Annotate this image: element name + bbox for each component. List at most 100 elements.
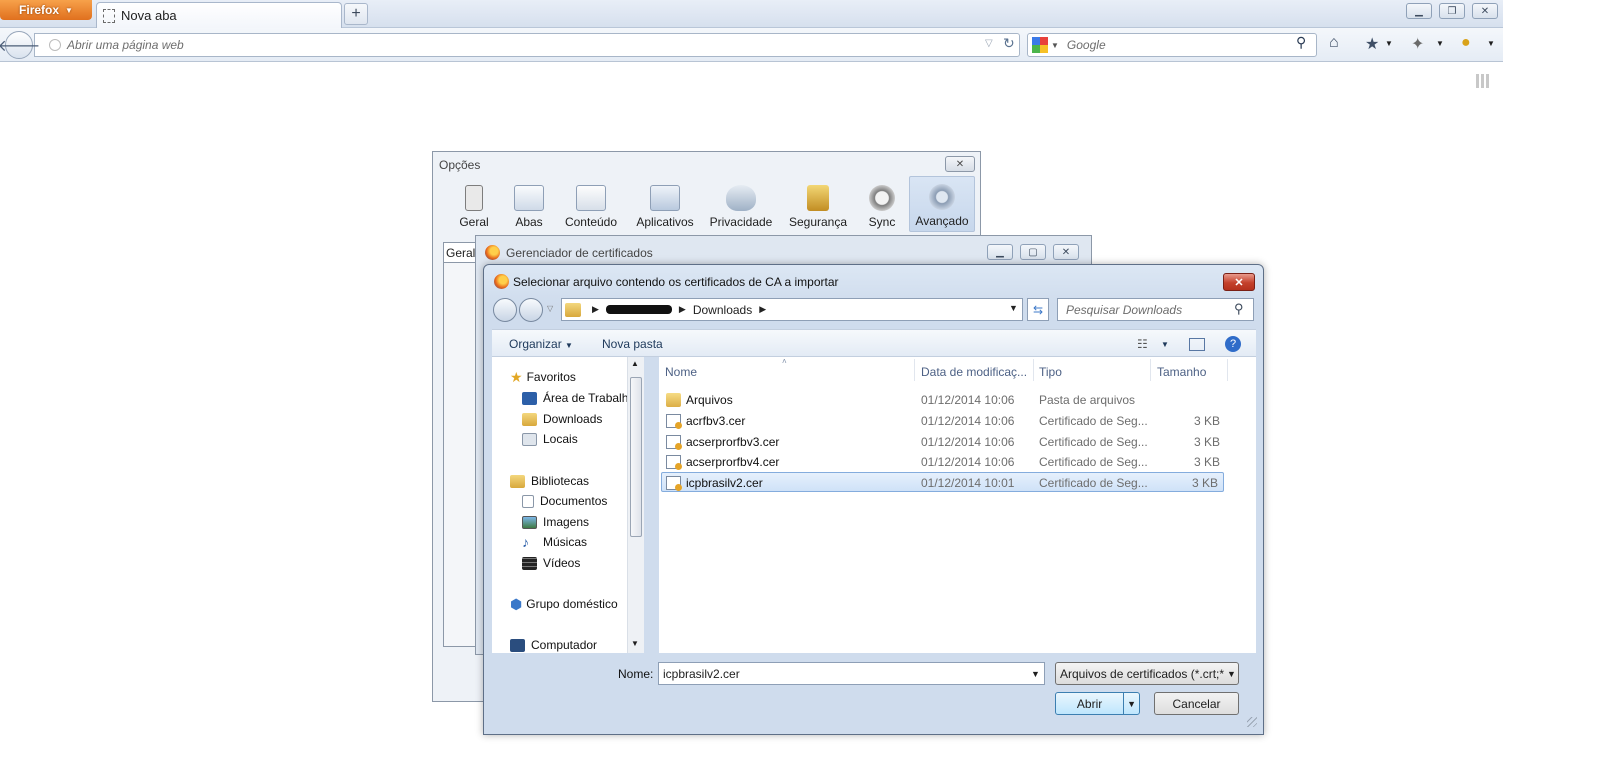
refresh-button[interactable]: ⇆: [1027, 298, 1049, 321]
column-divider[interactable]: [1150, 359, 1151, 381]
redacted-username[interactable]: [605, 305, 672, 314]
chevron-down-icon[interactable]: ▼: [1161, 340, 1169, 349]
file-name: Arquivos: [686, 393, 733, 407]
sort-ascending-icon: ˄: [782, 357, 787, 366]
reload-icon[interactable]: ↻: [1003, 35, 1015, 52]
chevron-down-icon[interactable]: ▼: [1031, 669, 1040, 679]
pane-geral[interactable]: Geral: [443, 176, 505, 232]
pane-label: Aplicativos: [636, 215, 694, 229]
chevron-down-icon[interactable]: ▼: [1227, 669, 1236, 679]
home-icon[interactable]: ⌂: [1329, 34, 1339, 52]
nav-item-computador[interactable]: Computador: [510, 635, 597, 655]
search-icon[interactable]: ⚲: [1234, 301, 1244, 317]
pane-avancado[interactable]: Avançado: [909, 176, 975, 232]
breadcrumb[interactable]: ▶ ▶ Downloads ▶: [561, 298, 1023, 321]
file-row-acserprorfbv3[interactable]: acserprorfbv3.cer 01/12/2014 10:06 Certi…: [662, 432, 1225, 452]
nav-item-locais[interactable]: Locais: [522, 429, 578, 449]
open-button[interactable]: Abrir ▼: [1055, 692, 1140, 715]
bookmarks-icon[interactable]: ★: [1365, 34, 1379, 54]
column-header-date[interactable]: Data de modificaç...: [921, 365, 1027, 379]
chevron-right-icon[interactable]: ▶: [679, 304, 686, 315]
close-button[interactable]: ✕: [1053, 244, 1079, 260]
back-button[interactable]: [493, 298, 517, 322]
new-folder-button[interactable]: Nova pasta: [602, 337, 663, 351]
nav-item-grupo-domestico[interactable]: ⬢ Grupo doméstico: [510, 594, 618, 614]
column-header-type[interactable]: Tipo: [1039, 365, 1062, 379]
nav-item-musicas[interactable]: ♪ Músicas: [522, 532, 587, 552]
pane-sync[interactable]: Sync: [855, 176, 909, 232]
apps-grid-icon[interactable]: [1476, 74, 1490, 88]
nav-item-imagens[interactable]: Imagens: [522, 512, 589, 532]
nav-item-area-de-trabalho[interactable]: Área de Trabalho: [522, 388, 635, 408]
nav-item-downloads[interactable]: Downloads: [522, 409, 602, 429]
file-type: Certificado de Seg...: [1039, 435, 1148, 449]
nav-item-documentos[interactable]: Documentos: [522, 491, 607, 511]
url-history-dropdown-icon[interactable]: ▽: [985, 38, 993, 49]
chevron-right-icon[interactable]: ▶: [759, 304, 766, 315]
pane-conteudo[interactable]: Conteúdo: [553, 176, 629, 232]
extension-icon[interactable]: ●: [1461, 34, 1471, 52]
column-divider[interactable]: [1227, 359, 1228, 381]
help-icon[interactable]: ?: [1225, 336, 1241, 352]
chevron-down-icon[interactable]: ▽: [547, 304, 553, 313]
options-close-button[interactable]: ✕: [945, 156, 975, 172]
chevron-down-icon[interactable]: ▼: [1436, 39, 1444, 48]
chevron-down-icon[interactable]: ▼: [1009, 303, 1018, 313]
close-icon: ✕: [955, 158, 965, 170]
chevron-right-icon[interactable]: ▶: [592, 304, 599, 315]
chevron-down-icon[interactable]: ▼: [1385, 39, 1393, 48]
tab-nova-aba[interactable]: Nova aba: [96, 2, 342, 28]
view-options-icon[interactable]: ☷: [1137, 337, 1148, 351]
filename-field[interactable]: icpbrasilv2.cer: [658, 662, 1045, 685]
search-bar[interactable]: ▼ Google: [1027, 33, 1317, 57]
minimize-button[interactable]: ▁: [987, 244, 1013, 260]
column-header-size[interactable]: Tamanho: [1157, 365, 1206, 379]
pane-label: Privacidade: [709, 215, 773, 229]
pane-privacidade[interactable]: Privacidade: [701, 176, 781, 232]
column-divider[interactable]: [914, 359, 915, 381]
dialog-close-button[interactable]: ✕: [1223, 273, 1255, 291]
chevron-down-icon[interactable]: ▼: [1487, 39, 1495, 48]
search-input[interactable]: Pesquisar Downloads: [1057, 298, 1254, 321]
search-placeholder: Google: [1066, 38, 1106, 52]
file-row-acserprorfbv4[interactable]: acserprorfbv4.cer 01/12/2014 10:06 Certi…: [662, 452, 1225, 472]
pane-seguranca[interactable]: Segurança: [781, 176, 855, 232]
organize-button[interactable]: Organizar ▼: [509, 337, 573, 351]
back-button[interactable]: 🡐: [0, 31, 40, 59]
file-row-arquivos[interactable]: Arquivos 01/12/2014 10:06 Pasta de arqui…: [662, 390, 1225, 410]
applications-icon: [650, 185, 680, 211]
forward-button[interactable]: [519, 298, 543, 322]
url-bar[interactable]: Abrir uma página web: [34, 33, 1020, 57]
search-icon[interactable]: ⚲: [1296, 34, 1306, 51]
scrollbar-thumb[interactable]: [630, 377, 642, 537]
nav-item-videos[interactable]: Vídeos: [522, 553, 580, 573]
nav-item-bibliotecas[interactable]: Bibliotecas: [510, 471, 589, 491]
file-row-icpbrasilv2[interactable]: icpbrasilv2.cer 01/12/2014 10:01 Certifi…: [661, 472, 1224, 492]
maximize-icon: ▢: [1028, 246, 1038, 258]
tab-geral[interactable]: Geral: [444, 243, 476, 263]
breadcrumb-current[interactable]: Downloads: [693, 303, 752, 317]
new-tab-button[interactable]: +: [344, 3, 368, 25]
column-divider[interactable]: [1033, 359, 1034, 381]
chevron-down-icon[interactable]: ▼: [1123, 693, 1139, 714]
nav-item-favoritos[interactable]: ★ Favoritos: [510, 367, 576, 387]
scroll-down-icon[interactable]: ▼: [631, 639, 639, 648]
minimize-button[interactable]: ▁: [1406, 3, 1432, 19]
dialog-footer: Nome: icpbrasilv2.cer ▼ Arquivos de cert…: [484, 653, 1263, 734]
file-open-dialog: Selecionar arquivo contendo os certifica…: [483, 264, 1264, 735]
resize-grip-icon[interactable]: [1247, 717, 1257, 727]
firefox-menu-button[interactable]: Firefox ▼: [0, 0, 92, 20]
column-header-name[interactable]: Nome: [665, 365, 697, 379]
scroll-up-icon[interactable]: ▲: [631, 359, 639, 368]
maximize-button[interactable]: ▢: [1020, 244, 1046, 260]
pane-aplicativos[interactable]: Aplicativos: [629, 176, 701, 232]
addon-icon[interactable]: ✦: [1411, 34, 1424, 54]
cancel-button[interactable]: Cancelar: [1154, 692, 1239, 715]
filetype-select[interactable]: Arquivos de certificados (*.crt;*: [1055, 662, 1239, 685]
pane-abas[interactable]: Abas: [505, 176, 553, 232]
preview-pane-icon[interactable]: [1189, 338, 1205, 351]
file-row-acrfbv3[interactable]: acrfbv3.cer 01/12/2014 10:06 Certificado…: [662, 411, 1225, 431]
restore-button[interactable]: ❐: [1439, 3, 1465, 19]
close-icon: ✕: [1234, 276, 1244, 289]
close-window-button[interactable]: ✕: [1472, 3, 1498, 19]
